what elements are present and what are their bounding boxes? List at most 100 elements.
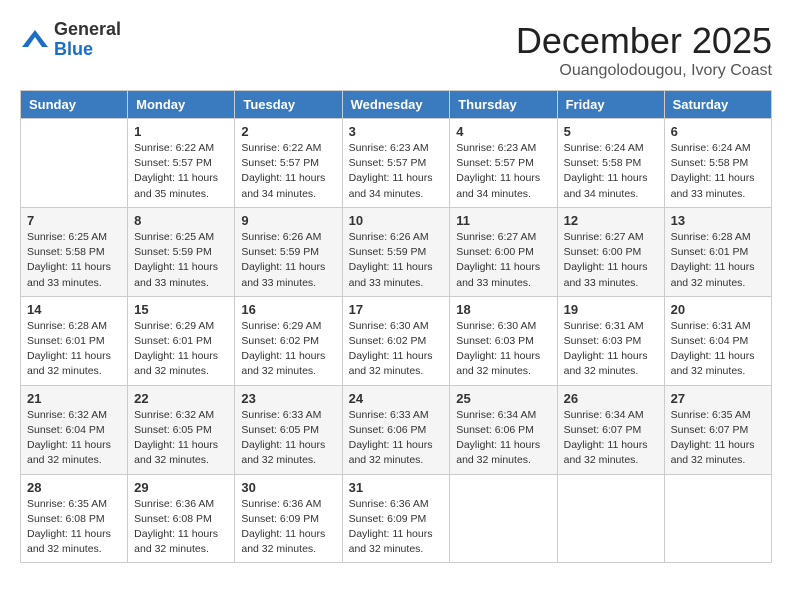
calendar-week-row: 21Sunrise: 6:32 AMSunset: 6:04 PMDayligh… bbox=[21, 385, 772, 474]
location-title: Ouangolodougou, Ivory Coast bbox=[516, 62, 772, 80]
calendar-cell: 18 Sunrise: 6:30 AMSunset: 6:03 PMDayligh… bbox=[450, 296, 557, 385]
day-info: Sunrise: 6:25 AMSunset: 5:59 PMDaylight:… bbox=[134, 230, 228, 291]
day-info: Sunrise: 6:30 AMSunset: 6:03 PMDaylight:… bbox=[456, 319, 550, 380]
calendar-cell: 23 Sunrise: 6:33 AMSunset: 6:05 PMDayligh… bbox=[235, 385, 342, 474]
day-info: Sunrise: 6:28 AMSunset: 6:01 PMDaylight:… bbox=[27, 319, 121, 380]
day-number: 9 bbox=[241, 213, 335, 228]
month-title: December 2025 bbox=[516, 20, 772, 62]
day-number: 27 bbox=[671, 391, 765, 406]
day-number: 4 bbox=[456, 124, 550, 139]
day-number: 19 bbox=[564, 302, 658, 317]
calendar-cell bbox=[557, 474, 664, 563]
logo-general-text: General bbox=[54, 20, 121, 40]
weekday-header-row: SundayMondayTuesdayWednesdayThursdayFrid… bbox=[21, 91, 772, 119]
logo: General Blue bbox=[20, 20, 121, 60]
day-number: 10 bbox=[349, 213, 444, 228]
calendar-week-row: 14 Sunrise: 6:28 AMSunset: 6:01 PMDayligh… bbox=[21, 296, 772, 385]
day-number: 11 bbox=[456, 213, 550, 228]
day-number: 7 bbox=[27, 213, 121, 228]
day-info: Sunrise: 6:35 AMSunset: 6:07 PMDaylight:… bbox=[671, 408, 765, 469]
calendar-cell: 28Sunrise: 6:35 AMSunset: 6:08 PMDayligh… bbox=[21, 474, 128, 563]
calendar-cell bbox=[21, 119, 128, 208]
day-info: Sunrise: 6:33 AMSunset: 6:06 PMDaylight:… bbox=[349, 408, 444, 469]
calendar-cell: 11 Sunrise: 6:27 AMSunset: 6:00 PMDayligh… bbox=[450, 207, 557, 296]
day-info: Sunrise: 6:27 AMSunset: 6:00 PMDaylight:… bbox=[564, 230, 658, 291]
day-number: 17 bbox=[349, 302, 444, 317]
calendar-cell: 16 Sunrise: 6:29 AMSunset: 6:02 PMDayligh… bbox=[235, 296, 342, 385]
day-info: Sunrise: 6:36 AMSunset: 6:09 PMDaylight:… bbox=[241, 497, 335, 558]
day-info: Sunrise: 6:32 AMSunset: 6:04 PMDaylight:… bbox=[27, 408, 121, 469]
day-info: Sunrise: 6:22 AMSunset: 5:57 PMDaylight:… bbox=[241, 141, 335, 202]
page-header: General Blue December 2025 Ouangolodougo… bbox=[20, 20, 772, 80]
calendar-cell: 14 Sunrise: 6:28 AMSunset: 6:01 PMDayligh… bbox=[21, 296, 128, 385]
day-info: Sunrise: 6:22 AMSunset: 5:57 PMDaylight:… bbox=[134, 141, 228, 202]
calendar-cell: 2 Sunrise: 6:22 AMSunset: 5:57 PMDaylight… bbox=[235, 119, 342, 208]
day-number: 28 bbox=[27, 480, 121, 495]
title-area: December 2025 Ouangolodougou, Ivory Coas… bbox=[516, 20, 772, 80]
calendar-cell: 27 Sunrise: 6:35 AMSunset: 6:07 PMDayligh… bbox=[664, 385, 771, 474]
weekday-header-monday: Monday bbox=[128, 91, 235, 119]
calendar-cell: 12 Sunrise: 6:27 AMSunset: 6:00 PMDayligh… bbox=[557, 207, 664, 296]
day-number: 12 bbox=[564, 213, 658, 228]
day-number: 3 bbox=[349, 124, 444, 139]
day-info: Sunrise: 6:34 AMSunset: 6:06 PMDaylight:… bbox=[456, 408, 550, 469]
logo-blue-text: Blue bbox=[54, 40, 121, 60]
calendar-cell: 7 Sunrise: 6:25 AMSunset: 5:58 PMDaylight… bbox=[21, 207, 128, 296]
calendar-week-row: 1 Sunrise: 6:22 AMSunset: 5:57 PMDaylight… bbox=[21, 119, 772, 208]
day-info: Sunrise: 6:34 AMSunset: 6:07 PMDaylight:… bbox=[564, 408, 658, 469]
day-number: 23 bbox=[241, 391, 335, 406]
calendar-cell: 19 Sunrise: 6:31 AMSunset: 6:03 PMDayligh… bbox=[557, 296, 664, 385]
calendar-cell: 29 Sunrise: 6:36 AMSunset: 6:08 PMDayligh… bbox=[128, 474, 235, 563]
day-number: 1 bbox=[134, 124, 228, 139]
day-number: 6 bbox=[671, 124, 765, 139]
day-info: Sunrise: 6:30 AMSunset: 6:02 PMDaylight:… bbox=[349, 319, 444, 380]
day-number: 2 bbox=[241, 124, 335, 139]
day-number: 25 bbox=[456, 391, 550, 406]
day-info: Sunrise: 6:29 AMSunset: 6:02 PMDaylight:… bbox=[241, 319, 335, 380]
day-info: Sunrise: 6:28 AMSunset: 6:01 PMDaylight:… bbox=[671, 230, 765, 291]
day-number: 30 bbox=[241, 480, 335, 495]
calendar-cell: 8 Sunrise: 6:25 AMSunset: 5:59 PMDaylight… bbox=[128, 207, 235, 296]
weekday-header-saturday: Saturday bbox=[664, 91, 771, 119]
calendar-cell bbox=[450, 474, 557, 563]
day-number: 22 bbox=[134, 391, 228, 406]
weekday-header-wednesday: Wednesday bbox=[342, 91, 450, 119]
calendar-cell: 1 Sunrise: 6:22 AMSunset: 5:57 PMDaylight… bbox=[128, 119, 235, 208]
day-info: Sunrise: 6:26 AMSunset: 5:59 PMDaylight:… bbox=[349, 230, 444, 291]
weekday-header-sunday: Sunday bbox=[21, 91, 128, 119]
calendar-cell: 9 Sunrise: 6:26 AMSunset: 5:59 PMDaylight… bbox=[235, 207, 342, 296]
day-info: Sunrise: 6:36 AMSunset: 6:09 PMDaylight:… bbox=[349, 497, 444, 558]
weekday-header-thursday: Thursday bbox=[450, 91, 557, 119]
day-info: Sunrise: 6:27 AMSunset: 6:00 PMDaylight:… bbox=[456, 230, 550, 291]
day-info: Sunrise: 6:32 AMSunset: 6:05 PMDaylight:… bbox=[134, 408, 228, 469]
day-number: 8 bbox=[134, 213, 228, 228]
calendar-cell: 31Sunrise: 6:36 AMSunset: 6:09 PMDayligh… bbox=[342, 474, 450, 563]
day-info: Sunrise: 6:33 AMSunset: 6:05 PMDaylight:… bbox=[241, 408, 335, 469]
day-number: 14 bbox=[27, 302, 121, 317]
calendar-week-row: 7 Sunrise: 6:25 AMSunset: 5:58 PMDaylight… bbox=[21, 207, 772, 296]
day-number: 15 bbox=[134, 302, 228, 317]
day-info: Sunrise: 6:29 AMSunset: 6:01 PMDaylight:… bbox=[134, 319, 228, 380]
day-number: 13 bbox=[671, 213, 765, 228]
day-number: 20 bbox=[671, 302, 765, 317]
day-info: Sunrise: 6:23 AMSunset: 5:57 PMDaylight:… bbox=[349, 141, 444, 202]
calendar-cell: 10 Sunrise: 6:26 AMSunset: 5:59 PMDayligh… bbox=[342, 207, 450, 296]
calendar-cell: 17 Sunrise: 6:30 AMSunset: 6:02 PMDayligh… bbox=[342, 296, 450, 385]
logo-text: General Blue bbox=[54, 20, 121, 60]
calendar-cell: 5 Sunrise: 6:24 AMSunset: 5:58 PMDaylight… bbox=[557, 119, 664, 208]
calendar-cell: 6Sunrise: 6:24 AMSunset: 5:58 PMDaylight… bbox=[664, 119, 771, 208]
day-info: Sunrise: 6:26 AMSunset: 5:59 PMDaylight:… bbox=[241, 230, 335, 291]
day-number: 5 bbox=[564, 124, 658, 139]
day-info: Sunrise: 6:24 AMSunset: 5:58 PMDaylight:… bbox=[564, 141, 658, 202]
day-info: Sunrise: 6:25 AMSunset: 5:58 PMDaylight:… bbox=[27, 230, 121, 291]
day-number: 29 bbox=[134, 480, 228, 495]
calendar-cell: 26Sunrise: 6:34 AMSunset: 6:07 PMDayligh… bbox=[557, 385, 664, 474]
calendar-cell: 30 Sunrise: 6:36 AMSunset: 6:09 PMDayligh… bbox=[235, 474, 342, 563]
calendar-cell: 15 Sunrise: 6:29 AMSunset: 6:01 PMDayligh… bbox=[128, 296, 235, 385]
day-number: 16 bbox=[241, 302, 335, 317]
day-info: Sunrise: 6:31 AMSunset: 6:03 PMDaylight:… bbox=[564, 319, 658, 380]
day-info: Sunrise: 6:36 AMSunset: 6:08 PMDaylight:… bbox=[134, 497, 228, 558]
day-number: 18 bbox=[456, 302, 550, 317]
calendar-cell: 3 Sunrise: 6:23 AMSunset: 5:57 PMDaylight… bbox=[342, 119, 450, 208]
calendar-cell: 25 Sunrise: 6:34 AMSunset: 6:06 PMDayligh… bbox=[450, 385, 557, 474]
